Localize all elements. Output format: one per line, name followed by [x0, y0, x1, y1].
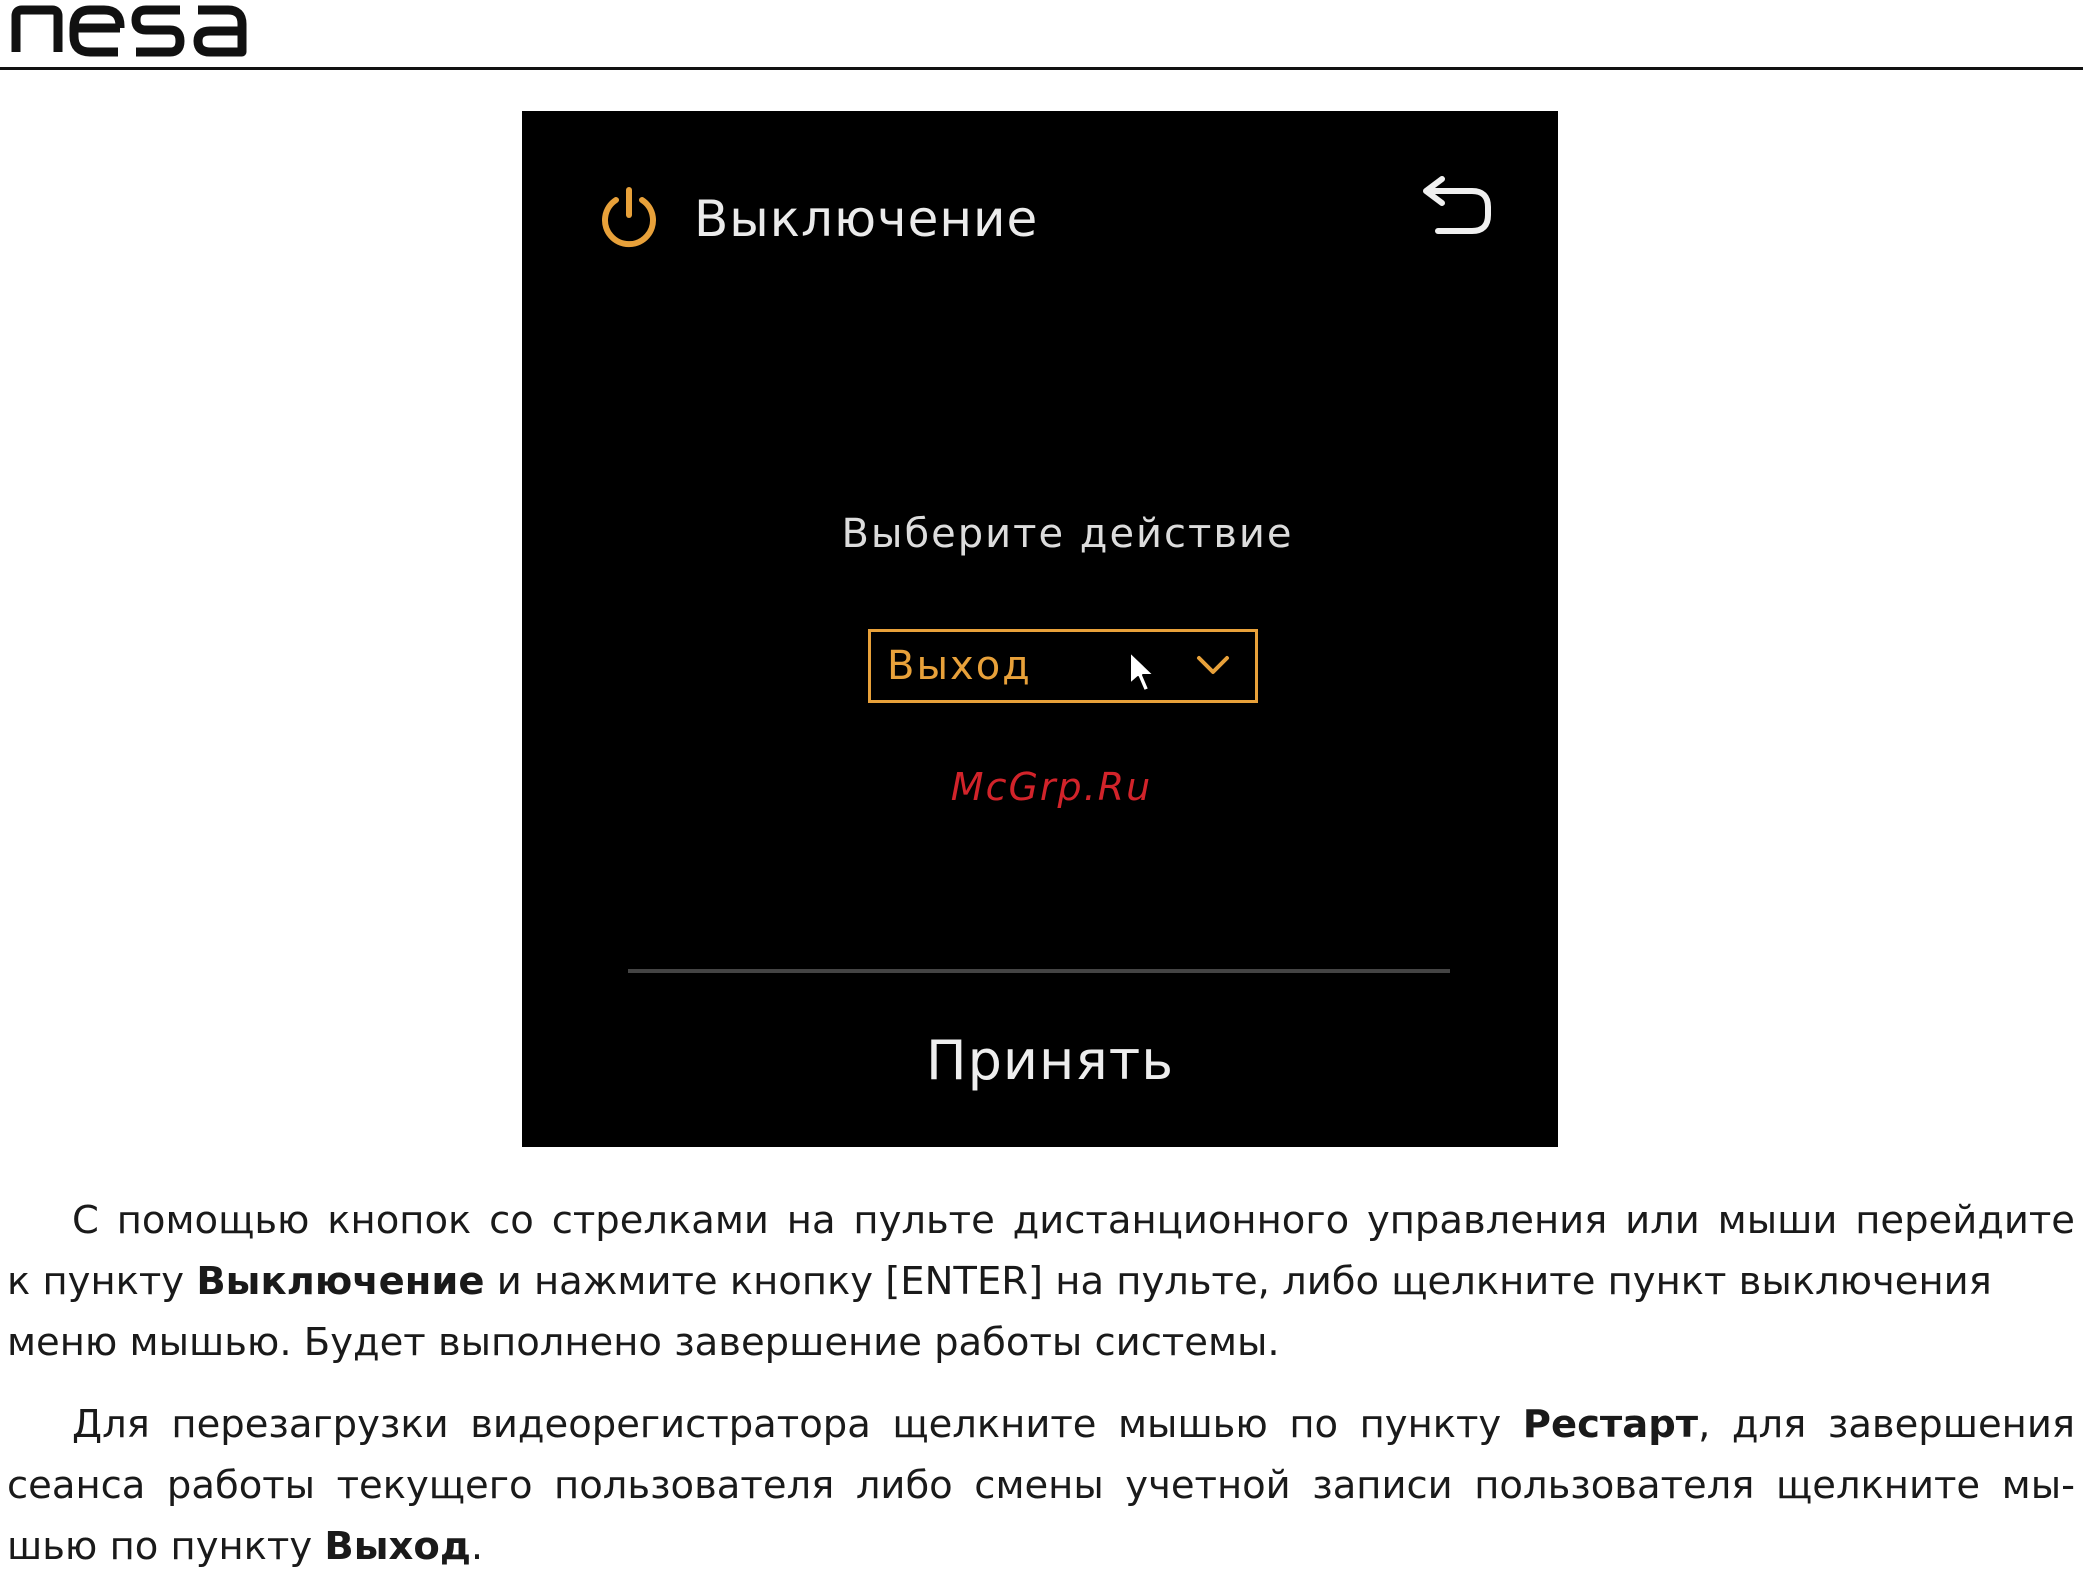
chevron-down-icon[interactable] — [1195, 652, 1231, 678]
paragraph-line: Для перезагрузки видеорегистратора щелкн… — [7, 1394, 2075, 1455]
action-prompt: Выберите действие — [841, 511, 1294, 557]
text-run: . — [470, 1524, 484, 1569]
text-run: к пункту — [7, 1259, 197, 1304]
dialog-title: Выключение — [694, 190, 1039, 248]
header-rule — [0, 67, 2083, 70]
shutdown-dialog: Выключение Выберите действие Выход McGrp… — [522, 111, 1558, 1147]
paragraph-line: меню мышью. Будет выполнено завершение р… — [7, 1320, 1280, 1365]
paragraph-line: шью по пункту Выход. — [7, 1516, 2075, 1577]
text-run: и нажмите кнопку [ENTER] на пульте, либо… — [484, 1259, 1992, 1304]
text-run: Для перезагрузки видеорегистратора щелкн… — [72, 1402, 1523, 1447]
paragraph-line: к пункту Выключение и нажмите кнопку [EN… — [7, 1251, 2075, 1312]
bold-term-restart: Рестарт — [1522, 1402, 1699, 1447]
paragraph-line: С помощью кнопок со стрелками на пульте … — [72, 1198, 2075, 1243]
watermark: McGrp.Ru — [950, 765, 1153, 809]
dialog-divider — [628, 969, 1450, 973]
text-run: шью по пункту — [7, 1524, 325, 1569]
power-icon — [602, 187, 656, 248]
paragraph-restart: Для перезагрузки видеорегистратора щелкн… — [7, 1394, 2075, 1577]
bold-term-logout: Выход — [324, 1524, 471, 1569]
dropdown-selected-value: Выход — [887, 643, 1032, 689]
nesa-logo: nesa — [11, 5, 247, 57]
accept-button[interactable]: Принять — [522, 1029, 1558, 1092]
text-run: , для завершения — [1698, 1402, 2075, 1447]
bold-term-shutdown: Выключение — [196, 1259, 485, 1304]
paragraph-shutdown: С помощью кнопок со стрелками на пульте … — [7, 1190, 2075, 1373]
action-dropdown[interactable]: Выход — [868, 629, 1258, 703]
back-arrow-icon[interactable] — [1414, 169, 1496, 251]
mouse-cursor-icon — [1129, 651, 1155, 692]
paragraph-line: сеанса работы текущего пользователя либо… — [7, 1463, 2075, 1508]
